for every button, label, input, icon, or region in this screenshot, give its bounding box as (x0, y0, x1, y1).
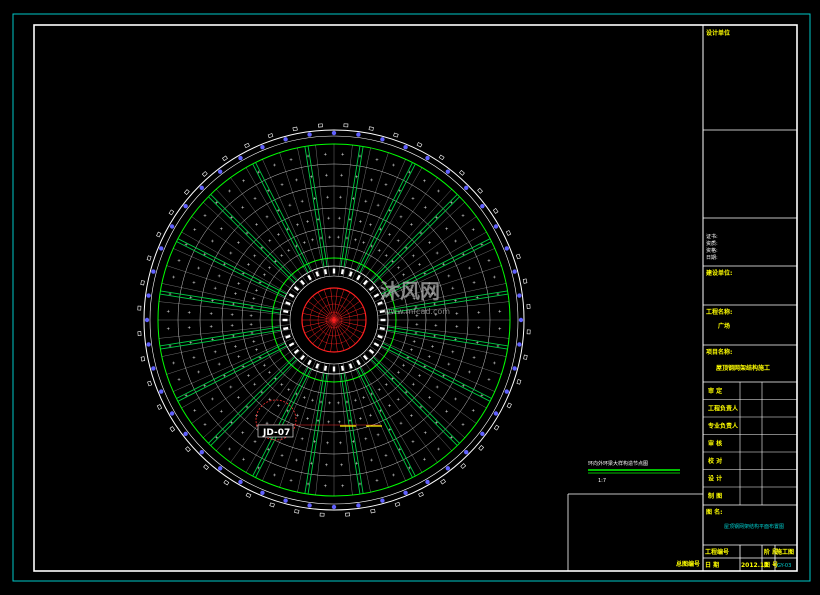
support-node (464, 450, 469, 455)
legend-title: 环向外环梁大样构造节点图 (588, 460, 648, 467)
watermark-url: www.mfcad.com (384, 307, 450, 316)
callout-label: JD-07 (262, 428, 290, 438)
legend-scale: 1:7 (598, 478, 606, 484)
support-node (512, 366, 517, 371)
support-node (146, 293, 151, 298)
signature-label: 审 核 (708, 440, 722, 448)
design-unit-label: 设计单位 (706, 29, 730, 37)
watermark: 沐风网 www.mfcad.com (380, 279, 450, 316)
support-node (283, 137, 288, 142)
support-node (169, 411, 175, 416)
support-node (307, 132, 312, 137)
signature-label: 工程负责人 (708, 405, 739, 413)
support-node (217, 169, 223, 174)
project-name-label: 工程名称: (706, 308, 732, 316)
support-node (425, 155, 430, 161)
support-node (183, 431, 188, 437)
date-label: 日 期 (705, 561, 719, 569)
support-node (238, 155, 243, 161)
project-name-value: 广场 (718, 322, 730, 330)
watermark-brand: 沐风网 (380, 279, 440, 303)
phase-value: 施工图 (776, 548, 794, 556)
support-node (307, 503, 312, 508)
ring-block (282, 318, 288, 322)
cert-line: 资格: (706, 247, 718, 254)
signature-label: 设 计 (708, 475, 722, 483)
support-node (331, 504, 337, 510)
support-node (199, 185, 204, 190)
cert-line: 日期: (706, 255, 718, 261)
support-node (518, 317, 524, 323)
support-node (159, 389, 164, 394)
support-node (380, 498, 385, 503)
drawing-name-value: 屋顶钢网架结构平面布置图 (724, 523, 784, 530)
support-node (151, 366, 156, 371)
ring-block (332, 268, 336, 274)
support-node (238, 479, 243, 485)
ring-block (332, 366, 336, 372)
support-node (217, 466, 223, 471)
support-node (480, 203, 485, 209)
support-node (380, 137, 385, 142)
support-node (493, 411, 499, 416)
support-node (512, 269, 517, 274)
cert-line: 证书: (706, 233, 718, 240)
drawing-name-label: 图 名: (706, 508, 723, 516)
item-name-value: 屋顶钢网架结构施工 (716, 364, 770, 372)
support-node (151, 269, 156, 274)
support-node (159, 246, 164, 251)
support-node (464, 185, 469, 190)
support-node (331, 130, 337, 136)
support-node (146, 342, 151, 347)
sheet-value: GY-03 (777, 563, 791, 569)
support-node (480, 431, 485, 437)
ring-block (380, 318, 386, 322)
support-node (356, 503, 361, 508)
support-node (517, 342, 522, 347)
support-node (425, 479, 430, 485)
support-node (260, 145, 265, 150)
project-no-label: 工程编号 (705, 548, 729, 556)
sheet-label: 图 号 (764, 561, 778, 569)
drawing-canvas: JD-07 沐风网 www.mfcad.com 环向外环梁大样构造节点图 1:7 总… (0, 0, 820, 595)
drawing-index-label: 总图编号 (676, 560, 700, 568)
cert-line: 资质: (706, 240, 718, 247)
support-node (403, 490, 408, 495)
construction-unit-label: 建设单位: (706, 269, 732, 277)
support-node (283, 498, 288, 503)
support-node (504, 389, 509, 394)
support-node (144, 317, 150, 323)
support-node (169, 224, 175, 229)
signature-label: 制 图 (708, 492, 722, 500)
support-node (199, 450, 204, 455)
support-node (445, 169, 451, 174)
support-node (356, 132, 361, 137)
signature-label: 校 对 (708, 457, 722, 465)
signature-label: 审 定 (708, 387, 722, 395)
support-node (183, 203, 188, 209)
support-node (403, 145, 408, 150)
support-node (517, 293, 522, 298)
item-name-label: 项目名称: (706, 348, 732, 356)
support-node (504, 246, 509, 251)
support-node (260, 490, 265, 495)
support-node (493, 224, 499, 229)
support-node (445, 466, 451, 471)
signature-label: 专业负责人 (708, 422, 739, 430)
